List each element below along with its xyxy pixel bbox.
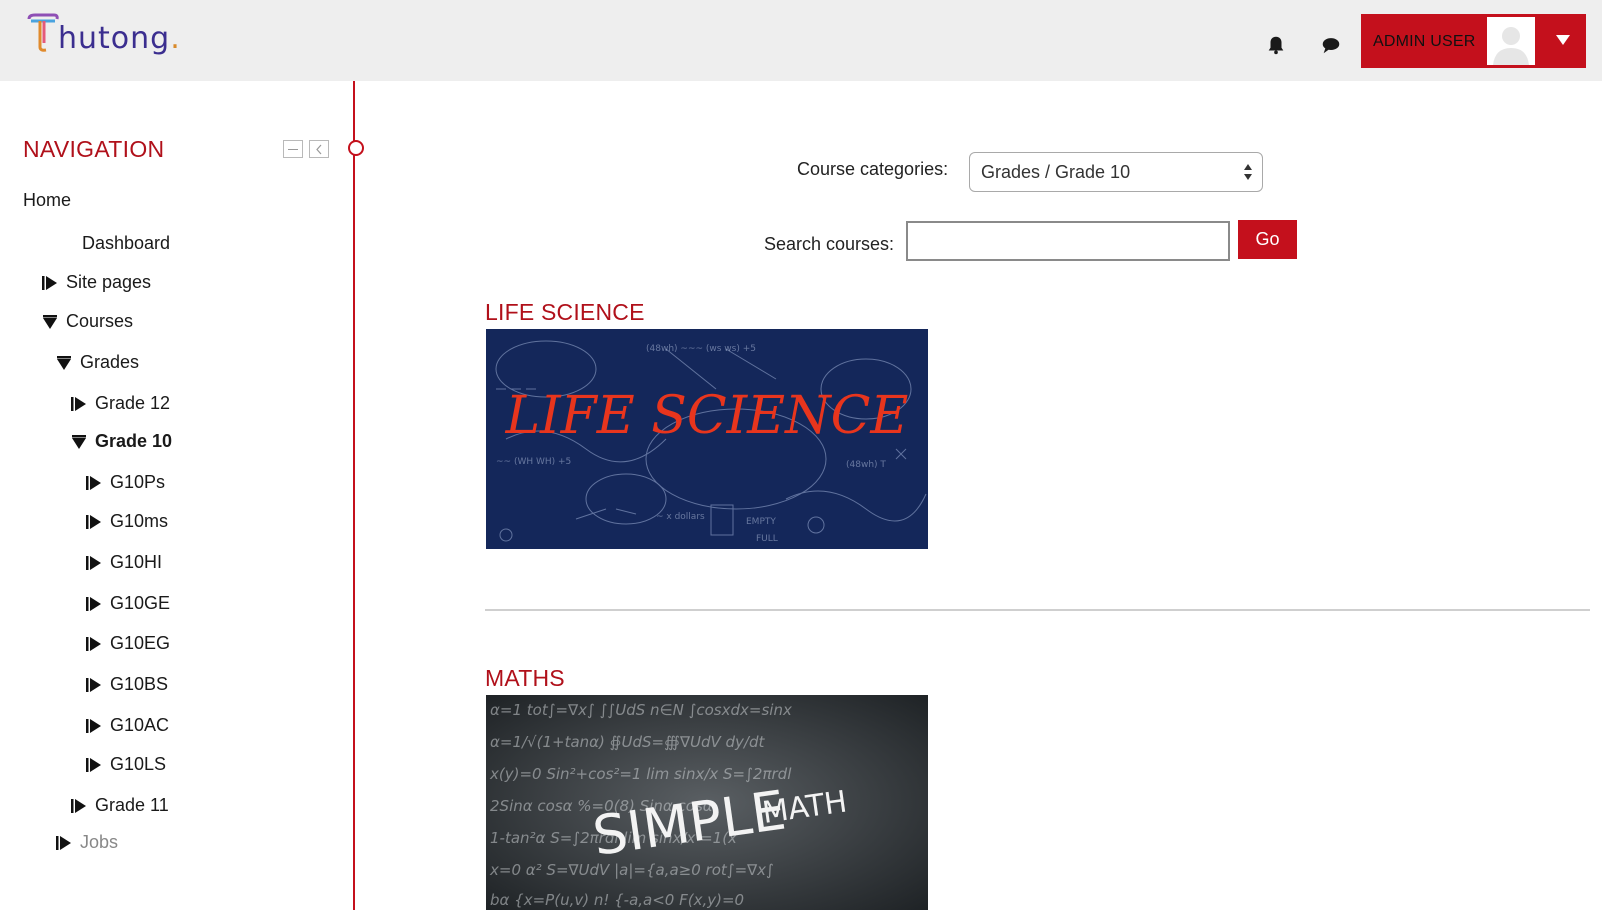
nav-item-label: G10BS [110,674,169,694]
triangle-right-icon [71,397,86,411]
navigation-title: NAVIGATION [23,136,165,162]
select-arrows-icon [1244,164,1252,180]
nav-item-label: Grades [80,352,140,372]
chalk-formula: x=0 α² S=∇UdV |a|={a,a≥0 rot∫=∇x∫ [489,861,774,879]
chalk-note: FULL [756,534,778,544]
course-title-life-science[interactable]: LIFE SCIENCE [485,299,645,326]
chalk-formula: bα {x=P(u,v) n! {-a,a<0 F(x,y)=0 [490,891,744,909]
nav-item-label: Jobs [80,832,119,852]
nav-item-label: Dashboard [82,233,171,253]
dock-block-button[interactable] [309,140,329,158]
search-courses-label: Search courses: [764,234,895,254]
chalk-note: ~~ (WH WH) +5 [496,457,571,467]
life-science-banner-text: LIFE SCIENCE [505,386,909,446]
nav-item-label: Home [23,190,72,210]
chat-bubble-icon[interactable] [1320,34,1342,56]
triangle-right-icon [71,799,86,813]
chalk-formula: α=1 tot∫=∇x∫ ∫∫UdS n∈N ∫cosxdx=sinx [490,701,792,719]
course-divider [485,609,1590,611]
nav-item-label: G10HI [110,552,163,572]
triangle-right-icon [86,678,101,692]
triangle-right-icon [42,276,57,290]
sidebar-divider-line [353,81,355,910]
chalk-formula: α=1/√(1+tanα) ∯UdS=∰∇UdV dy/dt [490,733,765,751]
chalk-note: (48wh) ~~~ (ws ws) +5 [646,344,756,354]
nav-item-label: G10AC [110,715,170,735]
nav-item-label: Grade 12 [95,393,171,413]
caret-down-icon [1556,35,1570,45]
maths-banner-image: α=1 tot∫=∇x∫ ∫∫UdS n∈N ∫cosxdx=sinx α=1/… [486,695,928,910]
course-category-selected-value: Grades / Grade 10 [981,162,1131,182]
triangle-right-icon [86,758,101,772]
triangle-right-icon [86,556,101,570]
chalk-note: EMPTY [746,517,776,527]
nav-item-label: G10LS [110,754,167,774]
course-image-life-science[interactable]: (48wh) ~~~ (ws ws) +5 ~~ (WH WH) +5 (48w… [486,329,928,549]
life-science-banner-image: (48wh) ~~~ (ws ws) +5 ~~ (WH WH) +5 (48w… [486,329,928,549]
nav-item-label: Courses [66,311,134,331]
search-courses-input[interactable] [906,221,1230,261]
triangle-right-icon [86,719,101,733]
course-categories-label: Course categories: [797,159,949,179]
triangle-down-icon [43,315,57,329]
user-menu-button[interactable]: ADMIN USER [1361,14,1586,68]
chalk-note: ~ x dollars [656,512,705,522]
sidebar-divider-node [348,140,364,156]
nav-item-label: Site pages [66,272,152,292]
triangle-right-icon [56,836,71,850]
course-title-maths[interactable]: MATHS [485,665,565,692]
course-category-select[interactable]: Grades / Grade 10 [969,152,1263,192]
logo-wordmark-dot: . [170,21,181,56]
chalk-note: (48wh) T [846,460,886,470]
nav-item-label: G10EG [110,633,171,653]
bell-icon[interactable] [1265,34,1287,56]
minimize-block-button[interactable] [283,140,303,158]
triangle-right-icon [86,515,101,529]
triangle-right-icon [86,637,101,651]
user-name: ADMIN USER [1373,33,1476,50]
go-button[interactable]: Go [1238,220,1297,259]
logo-t-icon [27,13,59,52]
logo-wordmark: hutong. [58,21,181,56]
nav-item-label: G10ms [110,511,169,531]
nav-item-label: G10Ps [110,472,166,492]
nav-item-label: G10GE [110,593,171,613]
chevron-left-icon [316,144,322,155]
triangle-right-icon [86,597,101,611]
course-image-maths[interactable]: α=1 tot∫=∇x∫ ∫∫UdS n∈N ∫cosxdx=sinx α=1/… [486,695,928,910]
site-logo[interactable]: hutong. [26,13,180,59]
nav-item-label: Grade 11 [95,795,169,815]
avatar [1487,17,1535,65]
default-user-icon [1487,17,1535,65]
logo-wordmark-text: hutong [58,21,171,56]
chalk-formula: x(y)=0 Sin²+cos²=1 lim sinx/x S=∫2πrdl [489,765,792,783]
navigation-block: NAVIGATION Home Dashboard Site pages Cou… [0,81,364,910]
triangle-down-icon [57,356,71,370]
nav-item-label: Grade 10 [95,431,173,451]
top-header: hutong. ADMIN USER [0,0,1602,81]
triangle-down-icon [72,435,86,449]
triangle-right-icon [86,476,101,490]
